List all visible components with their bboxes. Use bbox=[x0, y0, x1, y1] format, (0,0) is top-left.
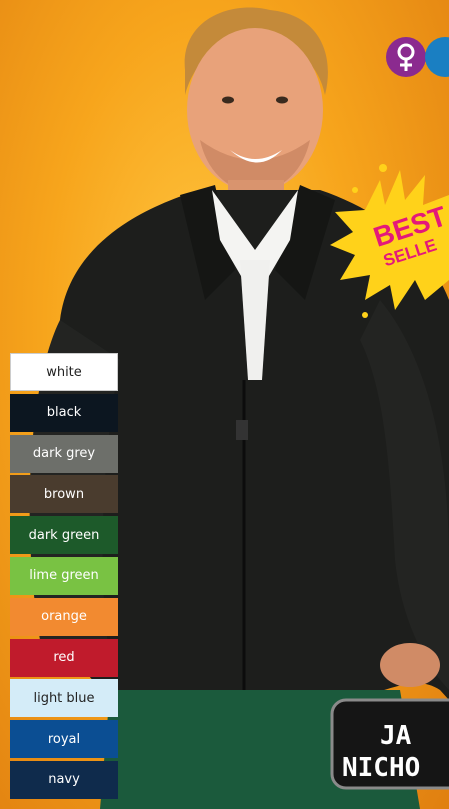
logo-line1: JA bbox=[380, 721, 412, 751]
swatch-white[interactable]: white bbox=[10, 353, 118, 391]
swatch-royal[interactable]: royal bbox=[10, 720, 118, 759]
swatch-red[interactable]: red bbox=[10, 638, 118, 677]
color-swatch-list: white black dark grey brown dark green l… bbox=[10, 353, 118, 802]
logo-line2: NICHO bbox=[342, 753, 420, 783]
brand-logo: JA NICHO bbox=[330, 698, 449, 790]
swatch-orange[interactable]: orange bbox=[10, 597, 118, 636]
male-symbol-icon bbox=[425, 37, 449, 77]
swatch-dark-green[interactable]: dark green bbox=[10, 516, 118, 555]
swatch-lime-green[interactable]: lime green bbox=[10, 556, 118, 595]
best-seller-badge: BEST SELLE bbox=[330, 164, 449, 318]
swatch-navy[interactable]: navy bbox=[10, 760, 118, 799]
swatch-black[interactable]: black bbox=[10, 393, 118, 432]
swatch-light-blue[interactable]: light blue bbox=[10, 679, 118, 718]
swatch-brown[interactable]: brown bbox=[10, 475, 118, 514]
swatch-dark-grey[interactable]: dark grey bbox=[10, 434, 118, 473]
gender-badges bbox=[386, 37, 449, 77]
